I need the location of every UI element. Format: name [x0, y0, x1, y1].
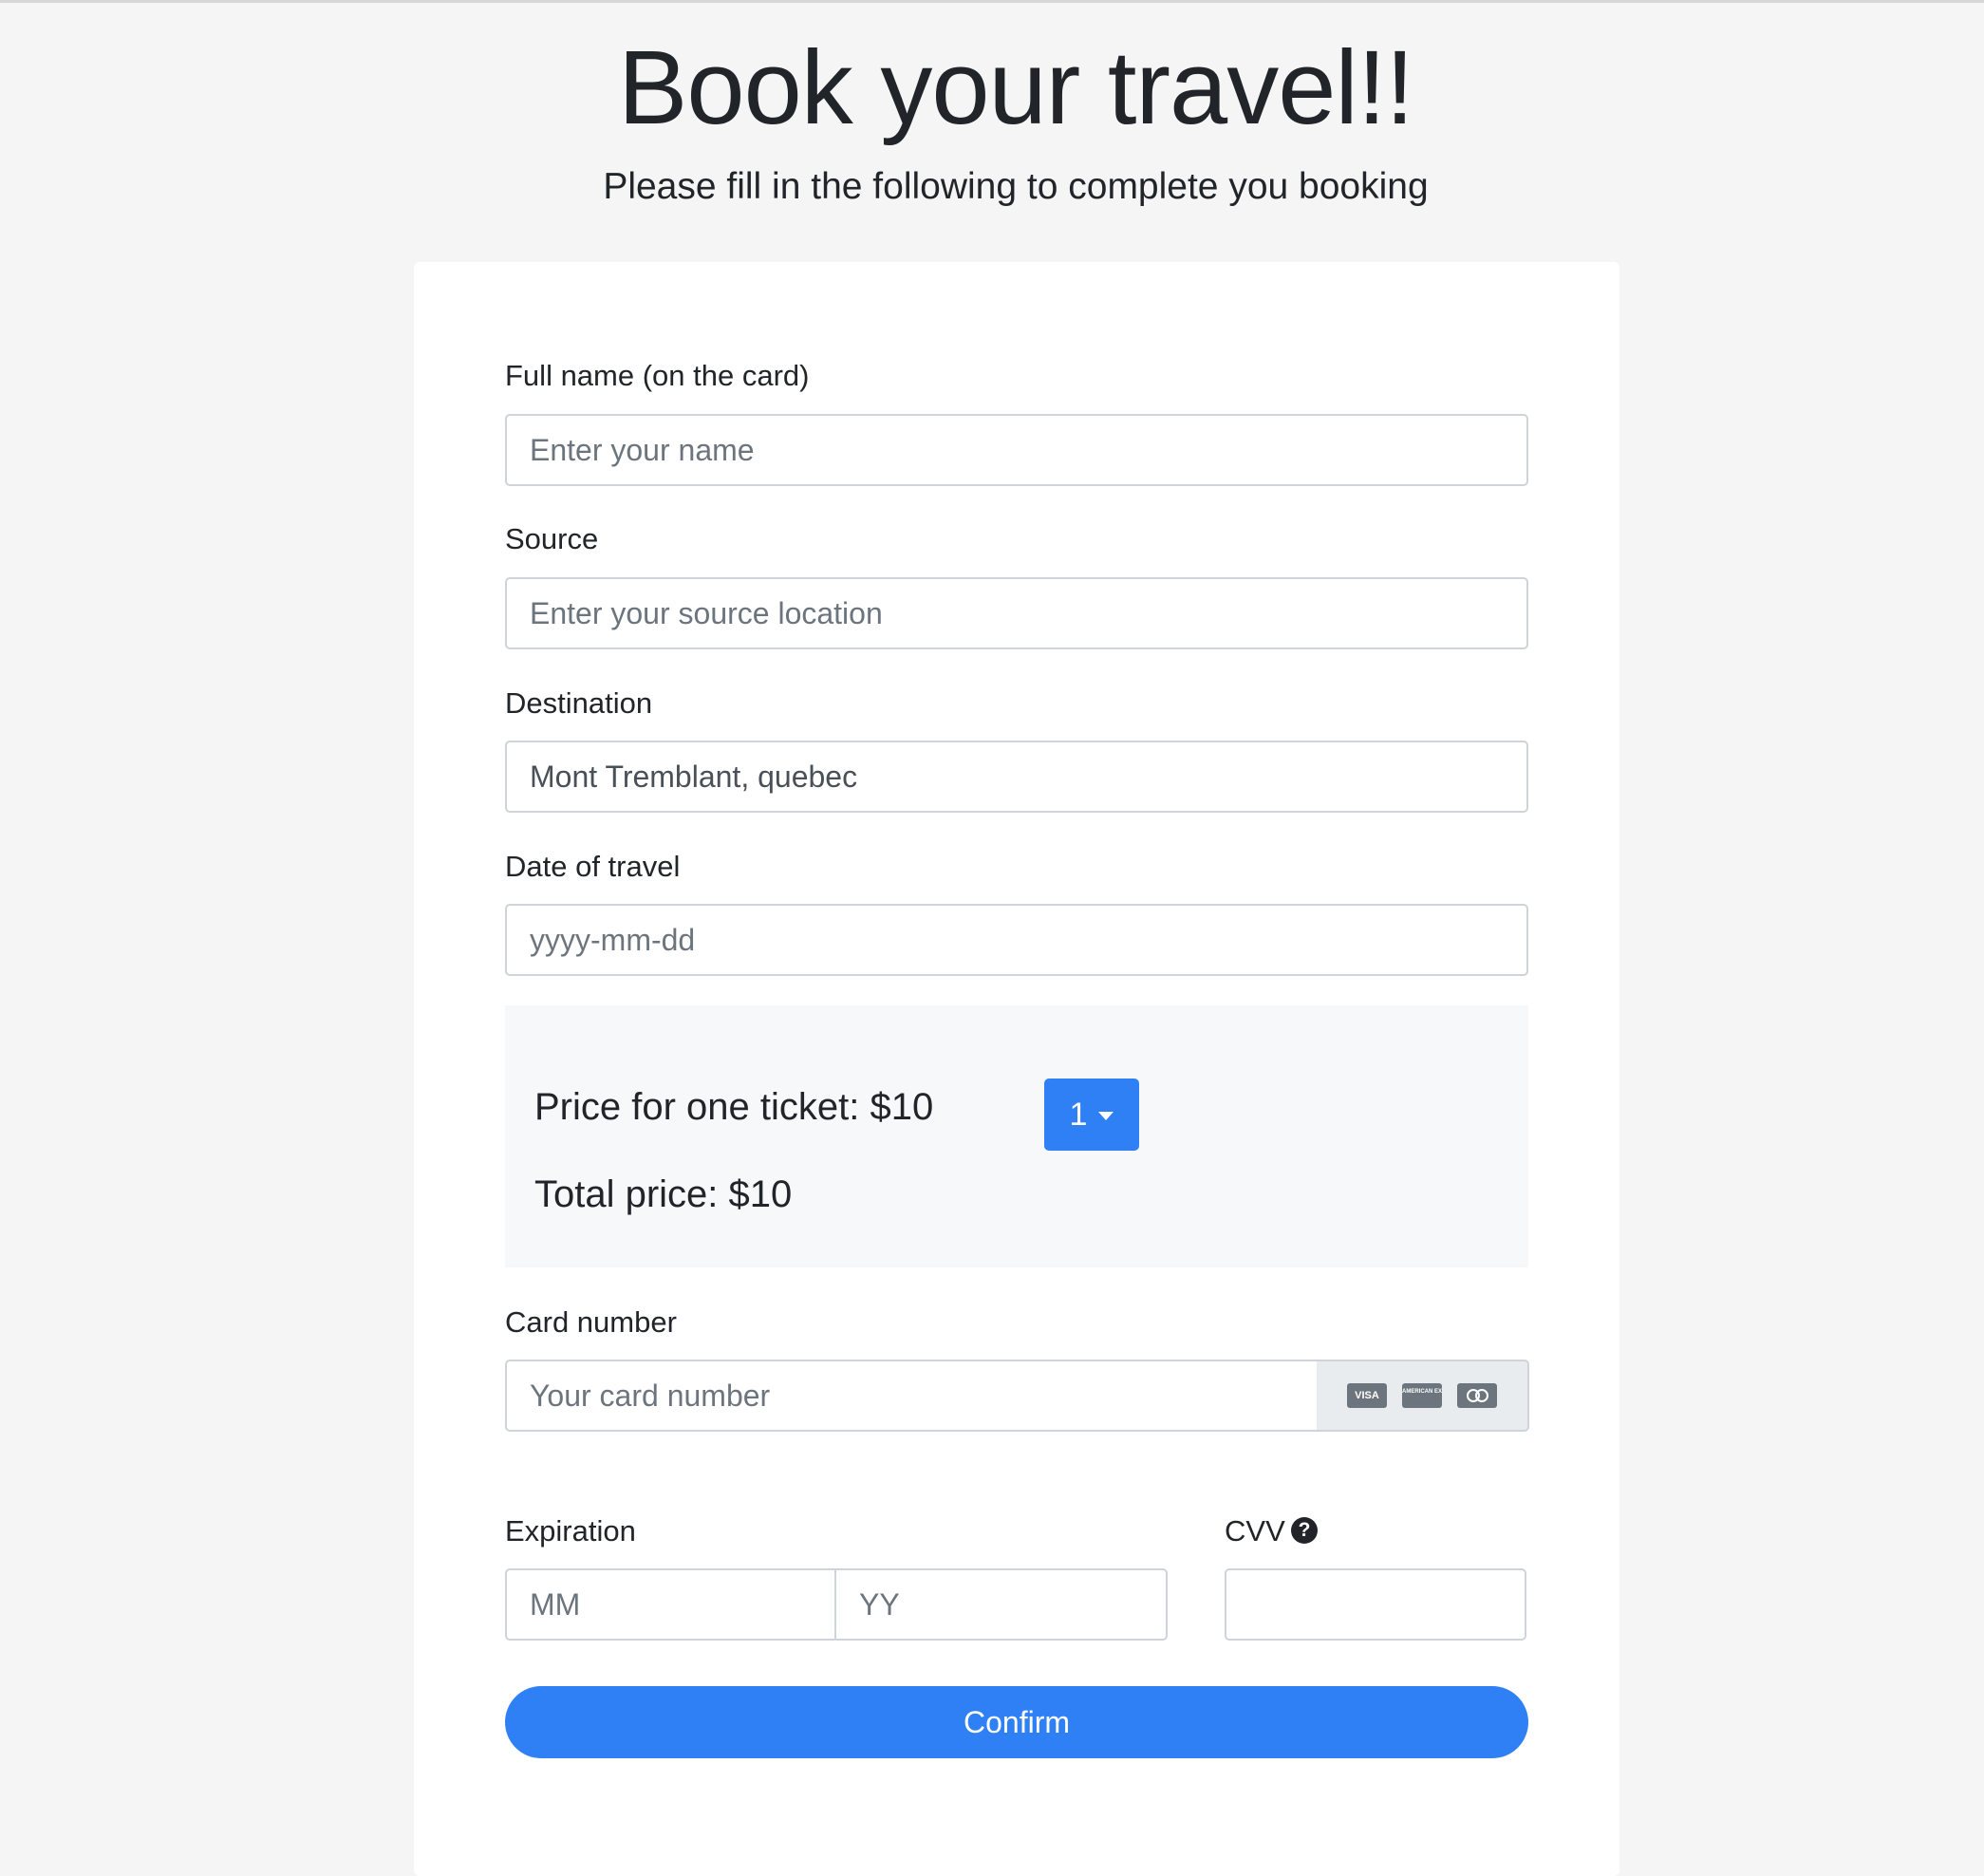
card-number-label: Card number	[505, 1305, 677, 1339]
date-of-travel-label: Date of travel	[505, 850, 681, 883]
expiration-year-input[interactable]	[834, 1568, 1168, 1641]
ticket-quantity-dropdown[interactable]: 1	[1044, 1079, 1139, 1151]
page-subtitle: Please fill in the following to complete…	[603, 166, 1429, 207]
ticket-quantity-value: 1	[1069, 1096, 1088, 1133]
expiration-month-input[interactable]	[505, 1568, 836, 1641]
visa-icon: VISA	[1347, 1383, 1387, 1408]
mastercard-icon	[1457, 1383, 1497, 1408]
full-name-label: Full name (on the card)	[505, 359, 810, 392]
price-panel	[505, 1005, 1528, 1267]
date-of-travel-input[interactable]	[505, 904, 1528, 976]
card-number-input[interactable]	[505, 1360, 1319, 1432]
full-name-input[interactable]	[505, 414, 1528, 486]
top-border	[0, 0, 1984, 3]
card-brands-addon: VISA AMERICAN EXPRESS	[1317, 1360, 1529, 1432]
destination-input[interactable]	[505, 741, 1528, 813]
question-circle-icon[interactable]: ?	[1291, 1517, 1318, 1544]
amex-icon: AMERICAN EXPRESS	[1402, 1383, 1442, 1408]
source-label: Source	[505, 522, 599, 555]
expiration-label: Expiration	[505, 1514, 636, 1548]
cvv-label: CVV	[1225, 1514, 1285, 1548]
destination-label: Destination	[505, 686, 653, 720]
confirm-button[interactable]: Confirm	[505, 1686, 1528, 1758]
source-input[interactable]	[505, 577, 1528, 649]
total-price: Total price: $10	[534, 1173, 793, 1215]
page-title: Book your travel!!	[618, 29, 1414, 146]
price-per-ticket: Price for one ticket: $10	[534, 1086, 934, 1128]
caret-down-icon	[1098, 1111, 1114, 1120]
cvv-input[interactable]	[1225, 1568, 1526, 1641]
